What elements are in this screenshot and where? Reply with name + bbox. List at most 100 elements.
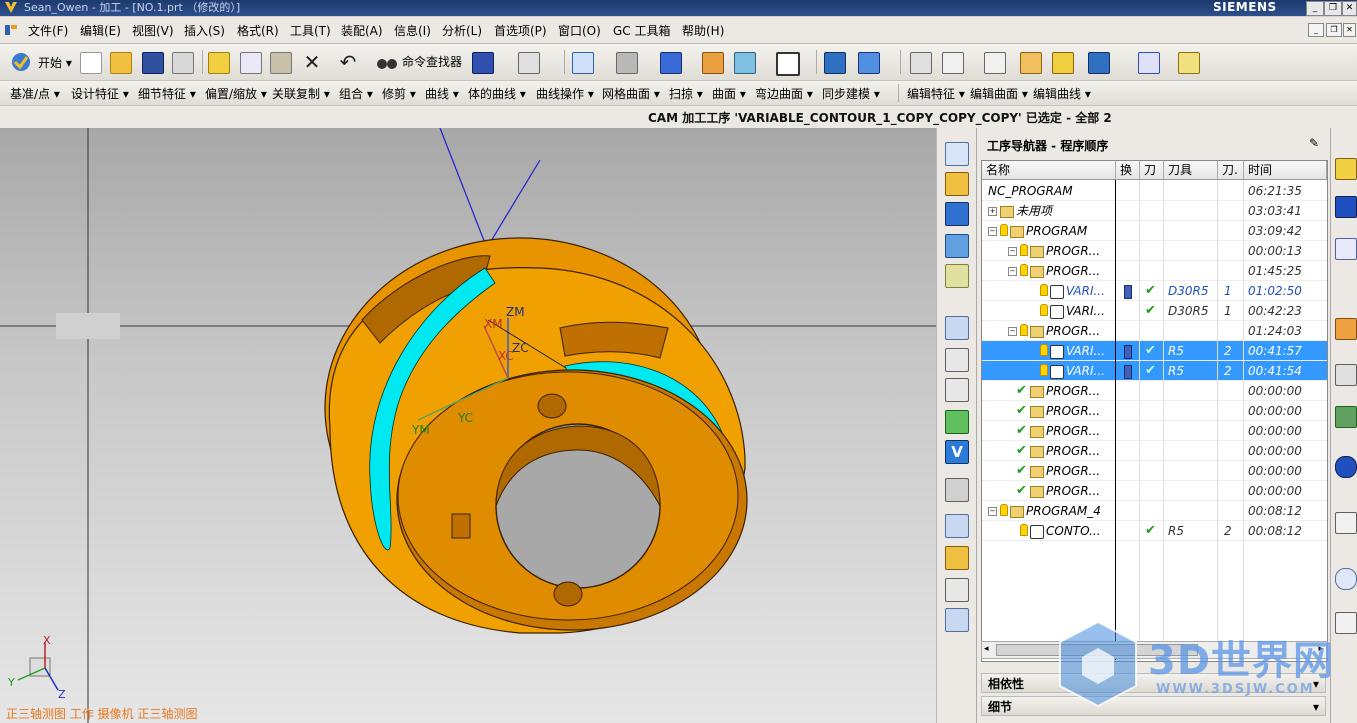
undo-icon[interactable]: ↶ <box>338 52 358 72</box>
command-finder-button[interactable]: 命令查找器 <box>402 53 462 70</box>
toolbar-surface[interactable]: 曲面 ▾ <box>712 85 746 102</box>
table-row[interactable]: ✔ PROGR... 00:00:00 <box>982 381 1327 401</box>
copy-icon[interactable] <box>240 52 262 74</box>
table-row[interactable]: − PROGRAM_4 00:08:12 <box>982 501 1327 521</box>
process-studio-icon[interactable] <box>1335 568 1357 590</box>
open-folder-icon[interactable] <box>110 52 132 74</box>
report-icon[interactable] <box>945 608 969 632</box>
table-row[interactable]: ✔ PROGR... 00:00:00 <box>982 461 1327 481</box>
mdi-minimize-button[interactable]: _ <box>1308 23 1324 37</box>
toolbar-associative-copy[interactable]: 关联复制 ▾ <box>272 85 330 102</box>
menu-tools[interactable]: 工具(T) <box>290 22 331 39</box>
column-tool[interactable]: 刀具 <box>1164 161 1218 180</box>
toolbar-body-curve[interactable]: 体的曲线 ▾ <box>468 85 526 102</box>
column-change[interactable]: 换 <box>1116 161 1140 180</box>
section-view-icon[interactable] <box>734 52 756 74</box>
column-name[interactable]: 名称 <box>982 161 1116 180</box>
toolbar-offset-scale[interactable]: 偏置/缩放 ▾ <box>205 85 267 102</box>
render-style-icon[interactable] <box>616 52 638 74</box>
menu-insert[interactable]: 插入(S) <box>184 22 225 39</box>
table-row[interactable]: ✔ PROGR... 00:00:00 <box>982 401 1327 421</box>
print-icon[interactable] <box>172 52 194 74</box>
graphics-window[interactable]: ZM ZC XM XC YM YC X Y Z 正三轴测图 工作 摄像机 正三轴… <box>0 128 936 723</box>
snap-point-icon[interactable] <box>518 52 540 74</box>
wcs-origin-icon[interactable] <box>984 52 1006 74</box>
toolbar-sync-modeling[interactable]: 同步建模 ▾ <box>822 85 880 102</box>
table-row[interactable]: − PROGR... 01:24:03 <box>982 321 1327 341</box>
toolbar-curve-operation[interactable]: 曲线操作 ▾ <box>536 85 594 102</box>
expand-toggle-icon[interactable]: + <box>988 207 997 216</box>
toolbar-mesh-surface[interactable]: 网格曲面 ▾ <box>602 85 660 102</box>
info-icon[interactable] <box>910 52 932 74</box>
fit-view-icon[interactable] <box>572 52 594 74</box>
table-row[interactable]: VARI... ✔ D30R5 1 01:02:50 <box>982 281 1327 301</box>
expand-toggle-icon[interactable]: − <box>988 507 997 516</box>
generate-toolpath-icon[interactable]: V <box>945 440 969 464</box>
postprocess-icon[interactable] <box>945 478 969 502</box>
toolbar-edit-surface[interactable]: 编辑曲面 ▾ <box>970 85 1028 102</box>
wcs-icon[interactable] <box>942 52 964 74</box>
machine-tool-view-icon[interactable] <box>945 348 969 372</box>
measure-icon[interactable] <box>1020 52 1042 74</box>
column-path[interactable]: 刀 <box>1140 161 1164 180</box>
save-icon[interactable] <box>142 52 164 74</box>
toolbar-detail-feature[interactable]: 细节特征 ▾ <box>138 85 196 102</box>
mdi-close-button[interactable]: ✕ <box>1343 23 1356 37</box>
column-time[interactable]: 时间 <box>1244 161 1327 180</box>
simulate-icon[interactable] <box>1088 52 1110 74</box>
create-program-icon[interactable] <box>945 142 969 166</box>
edit-object-icon[interactable] <box>945 578 969 602</box>
toolbar-flange-surface[interactable]: 弯边曲面 ▾ <box>755 85 813 102</box>
cut-icon[interactable] <box>208 52 230 74</box>
create-method-icon[interactable] <box>945 234 969 258</box>
table-row[interactable]: ✔ PROGR... 00:00:00 <box>982 481 1327 501</box>
background-color-icon[interactable] <box>776 52 800 76</box>
reuse-library-icon[interactable] <box>1335 318 1357 340</box>
table-row[interactable]: VARI... ✔ D30R5 1 00:42:23 <box>982 301 1327 321</box>
table-row[interactable]: VARI... ✔ R5 2 00:41:54 <box>982 361 1327 381</box>
pin-icon[interactable]: ✎ <box>1309 136 1319 150</box>
grid-icon[interactable] <box>1138 52 1160 74</box>
menu-help[interactable]: 帮助(H) <box>682 22 724 39</box>
layer-icon[interactable] <box>702 52 724 74</box>
part-navigator-icon[interactable] <box>1335 238 1357 260</box>
menu-format[interactable]: 格式(R) <box>237 22 279 39</box>
ruler-icon[interactable] <box>1178 52 1200 74</box>
table-row[interactable]: VARI... ✔ R5 2 00:41:57 <box>982 341 1327 361</box>
toolbar-trim[interactable]: 修剪 ▾ <box>382 85 416 102</box>
view-orient-icon[interactable] <box>660 52 682 74</box>
shop-doc-icon[interactable] <box>945 514 969 538</box>
system-materials-icon[interactable] <box>1335 512 1357 534</box>
constraint-navigator-icon[interactable] <box>1335 196 1357 218</box>
create-operation-icon[interactable] <box>945 264 969 288</box>
scroll-left-icon[interactable]: ◂ <box>984 644 989 654</box>
table-row[interactable]: CONTO... ✔ R5 2 00:08:12 <box>982 521 1327 541</box>
assembly-navigator-icon[interactable] <box>1335 158 1357 180</box>
output-cls-icon[interactable] <box>945 546 969 570</box>
table-row[interactable]: NC_PROGRAM 06:21:35 <box>982 181 1327 201</box>
menu-gc-toolbox[interactable]: GC 工具箱 <box>613 22 671 39</box>
analysis-icon[interactable] <box>1052 52 1074 74</box>
create-geometry-icon[interactable] <box>945 202 969 226</box>
expand-toggle-icon[interactable]: − <box>1008 327 1017 336</box>
start-button[interactable]: 开始 ▾ <box>38 54 72 71</box>
mdi-restore-button[interactable]: ❐ <box>1326 23 1342 37</box>
restore-button[interactable]: ❐ <box>1324 1 1342 16</box>
table-row[interactable]: − PROGRAM 03:09:42 <box>982 221 1327 241</box>
column-tool-number[interactable]: 刀. <box>1218 161 1244 180</box>
table-row[interactable]: ✔ PROGR... 00:00:00 <box>982 441 1327 461</box>
menu-assembly[interactable]: 装配(A) <box>341 22 383 39</box>
close-button[interactable]: ✕ <box>1342 1 1357 16</box>
web-browser-icon[interactable] <box>1335 406 1357 428</box>
delete-icon[interactable]: ✕ <box>302 52 322 72</box>
expand-toggle-icon[interactable]: − <box>1008 267 1017 276</box>
expand-toggle-icon[interactable]: − <box>988 227 997 236</box>
toolbar-design-feature[interactable]: 设计特征 ▾ <box>71 85 129 102</box>
program-order-view-icon[interactable] <box>945 316 969 340</box>
app-menu-icon[interactable] <box>4 23 18 37</box>
history-icon[interactable] <box>1335 456 1357 478</box>
verify-toolpath-icon[interactable] <box>945 410 969 434</box>
geometry-view-icon[interactable] <box>945 378 969 402</box>
toolbar-edit-curve[interactable]: 编辑曲线 ▾ <box>1033 85 1091 102</box>
hd3d-tools-icon[interactable] <box>1335 364 1357 386</box>
